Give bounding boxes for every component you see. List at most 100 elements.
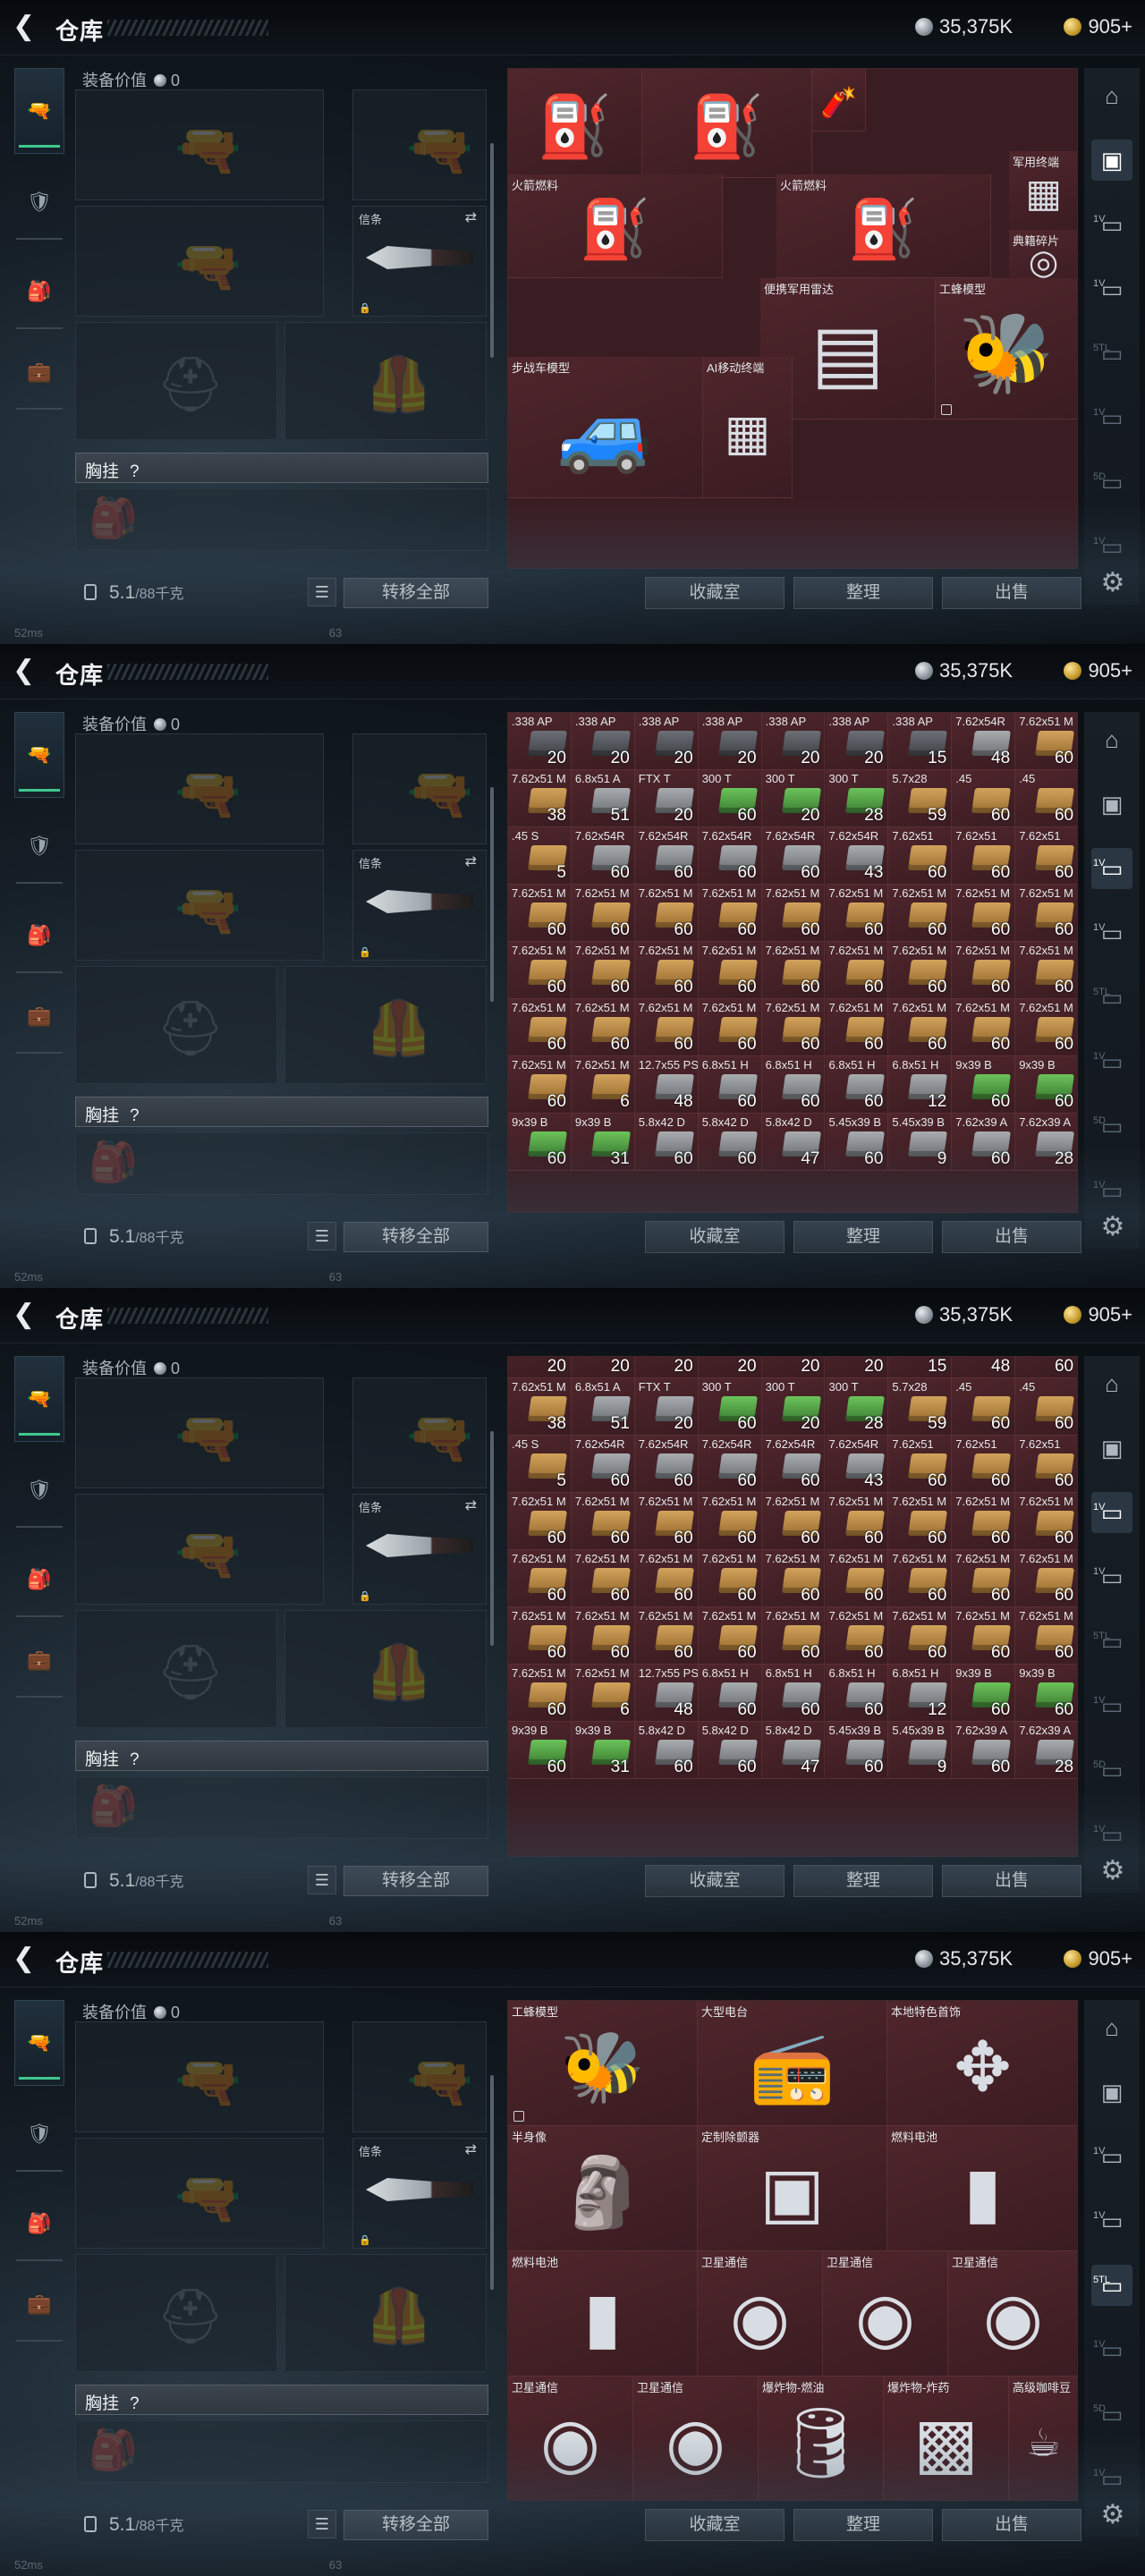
ammo-item[interactable]: 7.62x51 M 60 [508,1550,572,1607]
armor-slot[interactable]: 🦺 [284,2254,487,2372]
ammo-item[interactable]: 7.62x51 M 60 [888,942,953,999]
sell-button[interactable]: 出售 [942,2509,1081,2541]
sort-button[interactable]: 整理 [793,1865,933,1897]
transfer-all-button[interactable]: 转移全部 [344,2510,488,2540]
nav-item-pistol[interactable]: 🔫 [14,1356,64,1442]
ammo-item[interactable]: 7.62x51 60 [1015,827,1077,885]
ammo-item[interactable]: 7.62x51 M 60 [698,942,762,999]
rail-wallet-1[interactable]: ▣ [1091,1428,1132,1469]
storage-item[interactable]: 爆炸物-炸药 ▩ [884,2377,1009,2500]
ammo-item[interactable]: 7.62x51 M 60 [1015,942,1077,999]
ammo-item[interactable]: 7.62x51 M 60 [888,999,953,1056]
nav-item-armor-vest[interactable]: 🛡 [14,810,64,884]
ammo-item[interactable]: 6.8x51 A 51 [571,1378,635,1436]
rail-wallet-1[interactable]: ▣ [1091,140,1132,181]
melee-slot[interactable]: 信条 ⇄ 🔒 [352,2138,487,2249]
ammo-item[interactable]: .338 AP 20 [698,713,762,770]
list-view-button[interactable]: ☰ [308,1866,336,1894]
nav-item-armor-vest[interactable]: 🛡 [14,1454,64,1528]
ammo-item[interactable]: 7.62x51 M 60 [825,1493,889,1550]
ammo-item[interactable]: 7.62x51 M 60 [571,1493,635,1550]
ammo-item[interactable]: 12.7x55 PS 48 [634,1056,699,1114]
rail-shelf-6[interactable]: ▭ 5D [1091,462,1132,503]
ammo-item[interactable]: 7.62x54R 60 [571,1436,635,1493]
ammo-item[interactable]: 7.62x51 M 60 [825,1607,889,1665]
ammo-item[interactable]: 7.62x51 M 60 [952,1550,1016,1607]
ammo-item[interactable]: 5.45x39 B 60 [825,1722,889,1779]
storage-item[interactable]: 卫星通信 ◉ [633,2377,759,2500]
armor-slot[interactable]: 🦺 [284,1610,487,1728]
ammo-item[interactable]: 5.8x42 D 60 [634,1722,699,1779]
list-view-button[interactable]: ☰ [308,1222,336,1250]
ammo-item[interactable]: 9x39 B 60 [952,1056,1016,1114]
ammo-item[interactable]: 7.62x51 M 60 [1015,1607,1077,1665]
ammo-item[interactable]: 7.62x51 M 60 [761,885,826,942]
ammo-item[interactable]: 7.62x51 M 60 [508,1665,572,1722]
rail-shelf-5[interactable]: ▭ 1V [1091,2329,1132,2370]
primary-weapon-slot[interactable]: 🔫 [75,2021,324,2132]
settings-gear-icon[interactable]: ⚙ [1095,565,1131,601]
help-icon[interactable]: ? [130,1106,140,1125]
settings-gear-icon[interactable]: ⚙ [1095,1209,1131,1245]
ammo-item[interactable]: 7.62x51 M 60 [825,885,889,942]
sort-button[interactable]: 整理 [793,1221,933,1253]
pistol-slot[interactable]: 🔫 [352,1377,487,1488]
storage-item[interactable]: 火箭燃料 ⛽ [776,174,991,278]
ammo-item[interactable]: 7.62x51 M 60 [634,942,699,999]
ammo-item[interactable]: .45 60 [952,1378,1016,1436]
ammo-item[interactable]: 6.8x51 H 60 [825,1056,889,1114]
transfer-all-button[interactable]: 转移全部 [344,578,488,608]
nav-item-pistol[interactable]: 🔫 [14,2000,64,2086]
ammo-item[interactable]: 7.62x54R 60 [634,1436,699,1493]
ammo-item[interactable]: 7.62x51 M 60 [508,1493,572,1550]
storage-item[interactable]: 卫星通信 ◉ [698,2251,823,2377]
ammo-item[interactable]: .338 AP 20 [508,713,572,770]
rail-shelf-7[interactable]: ▭ 1V [1091,1170,1132,1211]
ammo-item[interactable]: .45 60 [1015,1378,1077,1436]
settings-gear-icon[interactable]: ⚙ [1095,1853,1131,1889]
backpack-slot[interactable]: 🎒 [75,1132,488,1195]
ammo-item[interactable]: 7.62x51 M 60 [952,999,1016,1056]
ammo-item[interactable]: 6.8x51 H 12 [888,1056,953,1114]
ammo-item[interactable]: 7.62x54R 60 [634,827,699,885]
ammo-item[interactable]: 7.62x51 M 60 [761,942,826,999]
nav-item-briefcase[interactable]: 💼 [14,1624,64,1698]
ammo-item[interactable]: 9x39 B 60 [952,1665,1016,1722]
sell-button[interactable]: 出售 [942,1221,1081,1253]
secondary-weapon-slot[interactable]: 🔫 [75,1494,324,1605]
vault-room-button[interactable]: 收藏室 [645,1221,785,1253]
nav-item-briefcase[interactable]: 💼 [14,2268,64,2342]
ammo-item[interactable]: 7.62x51 M 60 [761,999,826,1056]
storage-item[interactable]: 大型电台 📻 [698,2001,887,2126]
rail-vault-0[interactable]: ⌂ [1091,2007,1132,2048]
settings-gear-icon[interactable]: ⚙ [1095,2497,1131,2533]
ammo-item[interactable]: 7.62x51 M 60 [634,999,699,1056]
back-arrow-icon[interactable]: ❮ [13,657,43,687]
backpack-slot[interactable]: 🎒 [75,488,488,551]
storage-item[interactable]: 步战车模型 🚙 [508,357,703,498]
ammo-item[interactable]: 5.8x42 D 60 [634,1114,699,1171]
ammo-item[interactable]: 9x39 B 31 [571,1114,635,1171]
ammo-item[interactable]: 7.62x51 M 60 [952,1493,1016,1550]
ammo-item[interactable]: 9x39 B 60 [508,1722,572,1779]
nav-item-backpack[interactable]: 🎒 [14,900,64,973]
primary-weapon-slot[interactable]: 🔫 [75,1377,324,1488]
ammo-item[interactable]: .45 60 [1015,770,1077,827]
ammo-item[interactable]: 7.62x39 A 60 [952,1722,1016,1779]
ammo-item[interactable]: 5.8x42 D 47 [761,1722,826,1779]
ammo-item[interactable]: 5.8x42 D 47 [761,1114,826,1171]
primary-weapon-slot[interactable]: 🔫 [75,733,324,844]
helmet-slot[interactable]: ⛑ [75,966,277,1084]
sort-button[interactable]: 整理 [793,577,933,609]
armor-slot[interactable]: 🦺 [284,322,487,440]
storage-item[interactable]: 高级咖啡豆 ☕ [1009,2377,1077,2500]
ammo-item[interactable]: 5.8x42 D 60 [698,1722,762,1779]
rail-shelf-5[interactable]: ▭ 1V [1091,397,1132,438]
ammo-item[interactable]: 5.45x39 B 9 [888,1722,953,1779]
ammo-item[interactable]: .45 60 [952,770,1016,827]
ammo-item[interactable]: 7.62x51 M 60 [952,942,1016,999]
secondary-weapon-slot[interactable]: 🔫 [75,206,324,317]
swap-icon[interactable]: ⇄ [465,852,477,870]
storage-item[interactable]: AI移动终端 ▦ [703,357,793,498]
ammo-item[interactable]: 7.62x54R 43 [825,827,889,885]
